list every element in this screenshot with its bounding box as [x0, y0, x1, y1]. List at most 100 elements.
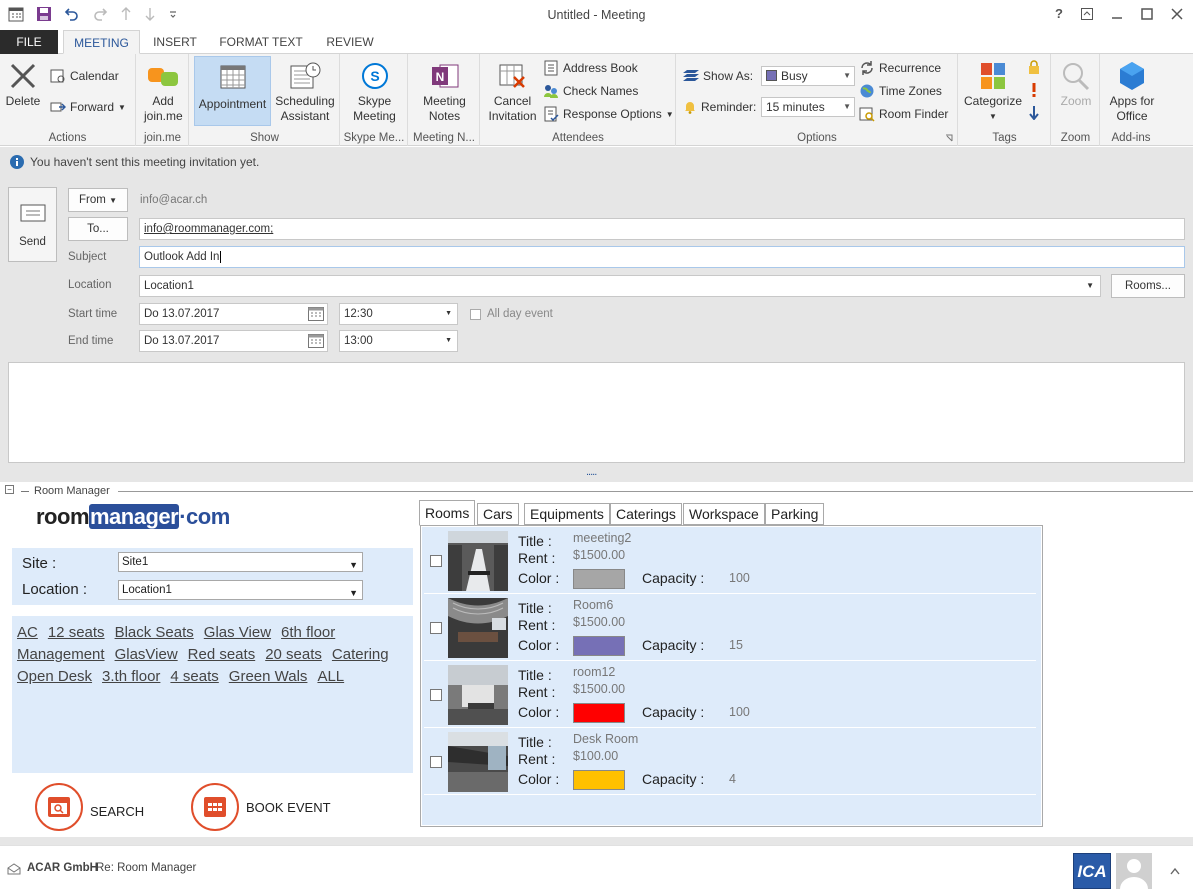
- rent-key: Rent :: [518, 617, 555, 633]
- room-row[interactable]: Title : Rent : Color : meeeting2 $1500.0…: [424, 528, 1036, 594]
- calendar-button[interactable]: Calendar: [50, 66, 119, 86]
- help-icon[interactable]: ?: [1055, 6, 1063, 21]
- show-as-select[interactable]: Busy▼: [761, 66, 855, 86]
- tab-review[interactable]: REVIEW: [320, 30, 380, 54]
- title-key: Title :: [518, 600, 552, 616]
- tag-link[interactable]: Green Wals: [229, 666, 308, 688]
- location-field[interactable]: Location1▼: [139, 275, 1101, 297]
- status-sender[interactable]: ACAR GmbH: [27, 862, 98, 874]
- chevron-down-icon: ▼: [666, 110, 674, 119]
- end-date-field[interactable]: Do 13.07.2017: [139, 330, 328, 352]
- tag-link[interactable]: GlasView: [115, 644, 178, 666]
- tag-link[interactable]: Catering: [332, 644, 389, 666]
- send-icon: [20, 204, 46, 222]
- reminder-select[interactable]: 15 minutes▼: [761, 97, 855, 117]
- date-picker-icon[interactable]: [308, 307, 324, 321]
- forward-button[interactable]: Forward ▼: [50, 97, 126, 117]
- tab-workspace[interactable]: Workspace: [683, 503, 765, 525]
- tab-caterings[interactable]: Caterings: [610, 503, 682, 525]
- room-finder-button[interactable]: Room Finder: [859, 104, 948, 124]
- address-book-label: Address Book: [563, 61, 638, 75]
- date-picker-icon[interactable]: [308, 334, 324, 348]
- high-importance-icon[interactable]: [1031, 83, 1037, 97]
- tag-link[interactable]: 20 seats: [265, 644, 322, 666]
- capacity-key: Capacity :: [642, 570, 704, 586]
- tag-link[interactable]: 4 seats: [170, 666, 218, 688]
- pane-splitter[interactable]: .....: [0, 474, 1193, 482]
- room-row[interactable]: Title : Rent : Color : Room6 $1500.00 Ca…: [424, 595, 1036, 661]
- location-select[interactable]: Location1▼: [118, 580, 363, 600]
- minimize-icon[interactable]: [1111, 8, 1123, 20]
- lock-icon[interactable]: [1028, 60, 1040, 74]
- room-checkbox[interactable]: [430, 689, 442, 701]
- appointment-button[interactable]: Appointment: [194, 56, 271, 126]
- skype-meeting-button[interactable]: S Skype Meeting: [343, 58, 406, 124]
- check-names-button[interactable]: Check Names: [543, 81, 638, 101]
- apps-for-office-button[interactable]: Apps for Office: [1103, 58, 1161, 124]
- show-as-label-wrap: Show As:: [683, 66, 753, 86]
- room-row[interactable]: Title : Rent : Color : Desk Room $100.00…: [424, 729, 1036, 795]
- chevron-up-icon[interactable]: [1170, 867, 1180, 875]
- send-button[interactable]: Send: [8, 187, 57, 262]
- tab-meeting[interactable]: MEETING: [63, 30, 140, 54]
- response-options-button[interactable]: Response Options ▼: [543, 104, 674, 124]
- room-checkbox[interactable]: [430, 622, 442, 634]
- rooms-button[interactable]: Rooms...: [1111, 274, 1185, 298]
- room-row[interactable]: Title : Rent : Color : room12 $1500.00 C…: [424, 662, 1036, 728]
- subject-field[interactable]: Outlook Add In: [139, 246, 1185, 268]
- recurrence-button[interactable]: Recurrence: [859, 58, 941, 78]
- room-checkbox[interactable]: [430, 555, 442, 567]
- room-checkbox[interactable]: [430, 756, 442, 768]
- company-logo[interactable]: ICA: [1073, 853, 1111, 889]
- chevron-down-icon[interactable]: ▼: [1086, 276, 1094, 296]
- maximize-icon[interactable]: [1141, 8, 1153, 20]
- from-button[interactable]: From ▼: [68, 188, 128, 212]
- end-time-select[interactable]: 13:00▼: [339, 330, 458, 352]
- close-icon[interactable]: [1171, 8, 1183, 20]
- meeting-notes-button[interactable]: N Meeting Notes: [413, 58, 476, 124]
- to-button[interactable]: To...: [68, 217, 128, 241]
- low-importance-icon[interactable]: [1029, 106, 1039, 120]
- appointment-icon: [219, 63, 247, 91]
- zoom-button[interactable]: Zoom: [1054, 58, 1098, 109]
- group-addins: Apps for Office Add-ins: [1101, 54, 1193, 146]
- add-joinme-button[interactable]: Add join.me: [139, 58, 187, 124]
- address-book-button[interactable]: Address Book: [543, 58, 638, 78]
- ribbon-display-icon[interactable]: [1081, 8, 1093, 20]
- book-event-button[interactable]: BOOK EVENT: [190, 782, 340, 834]
- categorize-button[interactable]: Categorize ▼: [961, 58, 1025, 124]
- tag-link[interactable]: Black Seats: [115, 622, 194, 644]
- tab-format-text[interactable]: FORMAT TEXT: [213, 30, 309, 54]
- tag-link[interactable]: Red seats: [188, 644, 256, 666]
- scheduling-assistant-button[interactable]: Scheduling Assistant: [272, 58, 338, 124]
- to-field[interactable]: info@roommanager.com;: [139, 218, 1185, 240]
- tab-file[interactable]: FILE: [0, 30, 58, 54]
- tag-link[interactable]: 12 seats: [48, 622, 105, 644]
- tab-cars[interactable]: Cars: [477, 503, 519, 525]
- tag-link[interactable]: Open Desk: [17, 666, 92, 688]
- time-zones-button[interactable]: Time Zones: [859, 81, 942, 101]
- avatar[interactable]: [1116, 853, 1152, 889]
- start-date-field[interactable]: Do 13.07.2017: [139, 303, 328, 325]
- start-time-select[interactable]: 12:30▼: [339, 303, 458, 325]
- tag-link[interactable]: Management: [17, 644, 105, 666]
- tab-insert[interactable]: INSERT: [145, 30, 205, 54]
- tag-link[interactable]: AC: [17, 622, 38, 644]
- all-day-checkbox[interactable]: [470, 309, 481, 320]
- tab-equipments[interactable]: Equipments: [524, 503, 610, 525]
- collapse-toggle[interactable]: −: [5, 485, 14, 494]
- tag-link[interactable]: 3.th floor: [102, 666, 160, 688]
- tab-rooms[interactable]: Rooms: [419, 500, 475, 526]
- site-select[interactable]: Site1▼: [118, 552, 363, 572]
- search-button[interactable]: SEARCH: [34, 782, 174, 834]
- tag-link[interactable]: 6th floor: [281, 622, 335, 644]
- cancel-invitation-button[interactable]: Cancel Invitation: [485, 58, 540, 124]
- delete-button[interactable]: Delete: [4, 58, 42, 109]
- message-body[interactable]: [8, 362, 1185, 463]
- text-cursor: [220, 251, 221, 263]
- tag-link[interactable]: Glas View: [204, 622, 271, 644]
- show-as-value: Busy: [781, 69, 808, 83]
- tab-parking[interactable]: Parking: [765, 503, 824, 525]
- status-subject[interactable]: Re: Room Manager: [96, 862, 196, 874]
- tag-link[interactable]: ALL: [317, 666, 344, 688]
